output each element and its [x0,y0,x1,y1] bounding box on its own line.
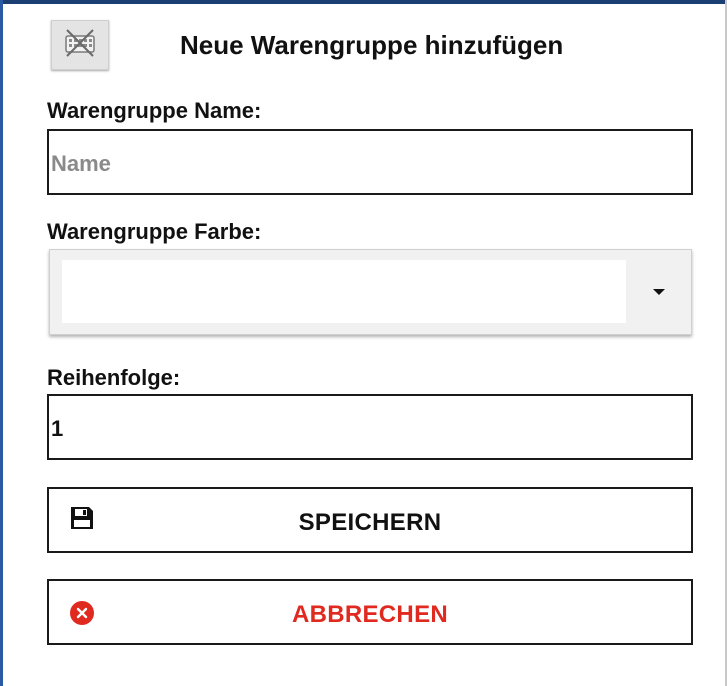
name-input[interactable] [47,129,693,195]
caret-down-icon [653,289,665,295]
color-select[interactable] [49,249,692,335]
name-label: Warengruppe Name: [47,98,262,123]
window-left-border [0,0,3,686]
cancel-button-label: ABBRECHEN [291,601,449,628]
save-button-label: SPEICHERN [298,509,442,536]
save-button[interactable]: SPEICHERN [47,487,693,553]
keyboard-toggle-button[interactable] [51,20,109,70]
keyboard-off-icon [63,27,97,64]
window-top-border [0,0,727,4]
dialog-title: Neue Warengruppe hinzufügen [180,30,564,60]
order-label: Reihenfolge: [47,365,181,390]
order-input[interactable] [47,394,693,460]
color-label: Warengruppe Farbe: [47,219,262,244]
dialog-window: Neue Warengruppe hinzufügen Warengruppe … [0,0,727,686]
cancel-button[interactable]: ABBRECHEN [47,579,693,645]
color-select-value-area [62,260,626,323]
